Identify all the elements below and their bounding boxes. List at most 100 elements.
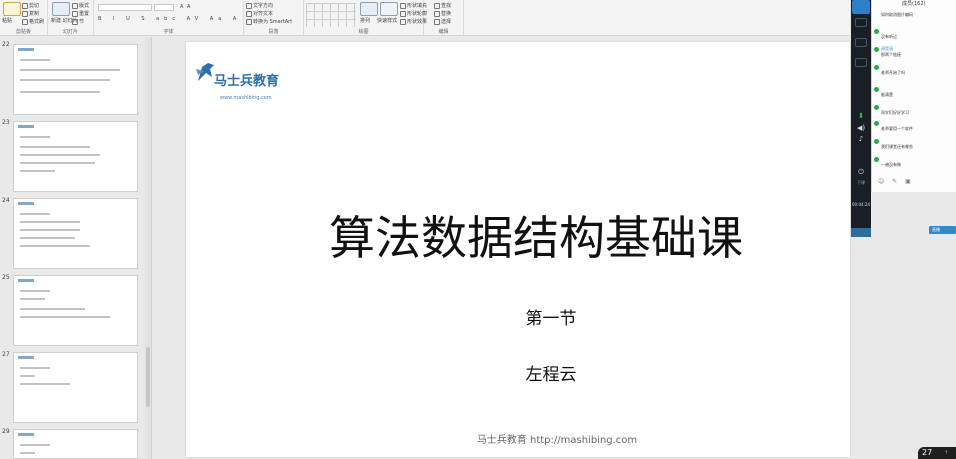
slides-group-label: 幻灯片 (62, 29, 78, 35)
layout-button[interactable]: 版式 (72, 2, 89, 9)
arrange-button[interactable]: 排列 (360, 17, 370, 24)
format-painter-button[interactable]: 格式刷 (22, 18, 44, 25)
find-button[interactable]: 查找 (434, 2, 451, 9)
smartart-icon (246, 18, 252, 25)
chat-message: 没有听过 (874, 28, 956, 40)
avatar (874, 64, 879, 70)
reset-button[interactable]: 重置 (72, 10, 89, 17)
end-class-button[interactable]: 下课 (851, 180, 871, 186)
music-icon[interactable]: ♪ (851, 135, 871, 143)
layout-icon (72, 2, 78, 9)
chat-tools[interactable]: ☺ ✎ ▣ (878, 178, 914, 185)
shrink-font-icon[interactable]: A (187, 4, 190, 10)
slide-canvas[interactable]: 马士兵教育 www.mashibing.com 算法数据结构基础课 第一节 左程… (186, 42, 850, 457)
section-icon (72, 18, 78, 25)
slide-author[interactable]: 左程云 (186, 360, 916, 385)
section-button[interactable]: 节 (72, 18, 84, 25)
shape-outline-button[interactable]: 形状轮廓 (400, 10, 427, 17)
align-text-button[interactable]: 对齐文本 (246, 10, 273, 17)
copy-icon (22, 10, 28, 17)
chat-text: 能清楚 (881, 91, 893, 97)
chat-message: 同学们好好学习 (874, 104, 956, 116)
font-size-select[interactable] (154, 4, 174, 11)
slide-thumbnail[interactable] (13, 198, 138, 269)
slide-thumbnail[interactable] (13, 44, 138, 115)
avatar (874, 138, 879, 144)
live-tool-button[interactable] (855, 18, 867, 27)
logo-text: 马士兵教育 (214, 74, 280, 89)
scrollbar-thumb[interactable] (146, 347, 150, 407)
download-arrow-icon[interactable]: ⬇ (851, 112, 871, 120)
live-bottom-button[interactable] (851, 228, 871, 237)
member-count[interactable]: 成员(162) (902, 0, 925, 7)
thumb-number: 25 (2, 274, 10, 281)
font-group-label: 字体 (163, 29, 174, 35)
slide-subtitle[interactable]: 第一节 (186, 304, 916, 329)
powerpoint-window: 粘贴 剪切 复制 格式刷 剪贴板 新建 幻灯片 版式 重置 节 幻灯片 A A … (0, 0, 956, 459)
text-direction-button[interactable]: 文字方向 (246, 2, 273, 9)
tray-number: 27 (922, 448, 933, 457)
shapes-gallery[interactable] (306, 3, 356, 27)
chat-text: 没有听过 (881, 33, 897, 39)
chat-text: 我们课堂还有哪些 (881, 143, 913, 149)
chat-text: 同学们好好学习 (881, 109, 909, 115)
paragraph-group-label: 段落 (268, 29, 279, 35)
avatar (874, 46, 879, 52)
avatar (874, 104, 879, 110)
copy-button[interactable]: 复制 (22, 10, 39, 17)
grow-font-icon[interactable]: A (180, 4, 183, 10)
select-button[interactable]: 选择 (434, 18, 451, 25)
drawing-group: 排列 快速样式 形状填充 形状轮廓 形状效果 绘图 (304, 0, 427, 36)
shape-fill-icon (400, 2, 406, 9)
paste-icon[interactable] (3, 2, 21, 16)
convert-smartart-button[interactable]: 转换为 SmartArt (246, 18, 292, 25)
thumb-number: 27 (2, 351, 10, 358)
power-icon[interactable]: ⏻ (851, 168, 871, 177)
paste-button[interactable]: 粘贴 (2, 17, 12, 24)
slide-thumbnail[interactable] (13, 352, 138, 423)
chat-message: 如何取消图片编码 (874, 12, 956, 18)
live-tool-button[interactable] (855, 38, 867, 47)
replace-button[interactable]: 替换 (434, 10, 451, 17)
cut-button[interactable]: 剪切 (22, 2, 39, 9)
chat-message: 我们课堂还有哪些 (874, 138, 956, 150)
thumb-number: 29 (2, 428, 10, 435)
thumb-number: 24 (2, 197, 10, 204)
avatar (874, 28, 879, 34)
live-tool-button[interactable] (855, 58, 867, 67)
font-group: A A B I U S abc AV Aa A 字体 (94, 0, 244, 36)
cut-icon (22, 2, 28, 9)
new-slide-icon[interactable] (52, 2, 70, 16)
text-direction-icon (246, 2, 252, 9)
slide-footer[interactable]: 马士兵教育 http://mashibing.com (186, 431, 928, 446)
arrange-icon[interactable] (360, 2, 378, 16)
shape-effects-button[interactable]: 形状效果 (400, 18, 427, 25)
format-painter-icon (22, 18, 28, 25)
chat-text: 老师开始了吗 (881, 69, 905, 75)
live-timer: 00:04:24 (852, 202, 870, 207)
font-name-select[interactable] (98, 4, 152, 11)
volume-icon[interactable]: ◀) (851, 124, 871, 132)
chat-message: 谌昊清 那两个链接 (874, 46, 956, 58)
slide-thumbnail[interactable] (13, 121, 138, 192)
reset-icon (72, 10, 78, 17)
quick-styles-icon[interactable] (380, 2, 398, 16)
avatar (874, 156, 879, 162)
slide-thumbnail[interactable] (13, 429, 138, 459)
live-avatar[interactable] (852, 0, 870, 14)
quick-styles-button[interactable]: 快速样式 (377, 17, 397, 24)
paragraph-group: 文字方向 对齐文本 转换为 SmartArt 段落 (244, 0, 304, 36)
chat-message: 老师开始了吗 (874, 64, 956, 76)
chat-panel: 成员(162) 如何取消图片编码 没有听过 谌昊清 那两个链接 老师开始了吗 能… (871, 0, 956, 192)
side-live-button[interactable]: 直播 (929, 226, 956, 234)
chat-message: 能清楚 (874, 86, 956, 98)
clipboard-group-label: 剪贴板 (15, 29, 31, 35)
font-format-buttons[interactable]: B I U S abc AV Aa A (98, 16, 241, 22)
thumbnail-scrollbar[interactable] (145, 37, 151, 459)
slide-title[interactable]: 算法数据结构基础课 (186, 202, 886, 268)
slide-thumbnail[interactable] (13, 275, 138, 346)
shape-fill-button[interactable]: 形状填充 (400, 2, 427, 9)
chat-text: 如何取消图片编码 (881, 12, 913, 17)
status-tray[interactable]: 27 ↑ (918, 447, 956, 459)
editing-group: 查找 替换 选择 编辑 (424, 0, 464, 36)
